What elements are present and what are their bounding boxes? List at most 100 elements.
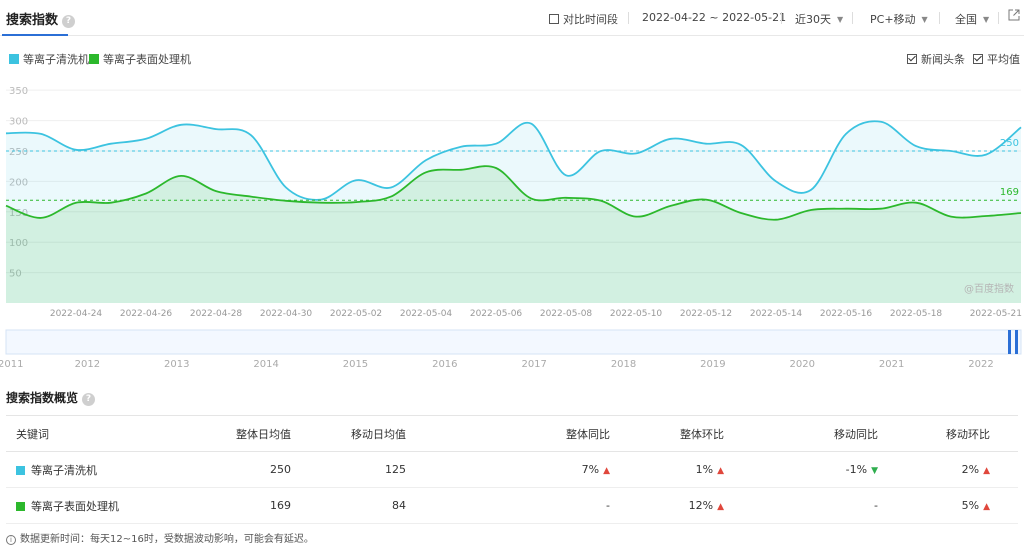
- data-point: [390, 186, 392, 188]
- average-checkbox[interactable]: [973, 54, 983, 64]
- data-point: [285, 200, 287, 202]
- arrow-up-icon: ▲: [717, 502, 724, 512]
- mobile-avg-cell: 125: [291, 451, 406, 488]
- data-point: [775, 218, 777, 220]
- mobile-mom-cell: 2% ▲: [878, 451, 1018, 488]
- data-point: [460, 146, 462, 148]
- data-point: [635, 152, 637, 154]
- date-range-picker[interactable]: 2022-04-22 ~ 2022-05-21: [642, 11, 786, 24]
- data-point: [915, 201, 917, 203]
- export-icon[interactable]: [1008, 9, 1020, 24]
- data-point: [40, 217, 42, 219]
- y-tick-label: 350: [9, 86, 28, 97]
- mobile-mom-cell: 5% ▲: [878, 487, 1018, 524]
- data-point: [180, 175, 182, 177]
- data-point: [320, 201, 322, 203]
- data-point: [565, 174, 567, 176]
- data-point: [110, 201, 112, 203]
- data-point: [1020, 212, 1022, 214]
- keyword-swatch: [16, 465, 25, 475]
- keyword-swatch: [16, 501, 25, 511]
- data-point: [145, 138, 147, 140]
- trend-chart[interactable]: 50100150200250300350250169@百度指数2022-04-2…: [0, 78, 1024, 378]
- active-tab-underline: [2, 34, 68, 36]
- data-point: [215, 190, 217, 192]
- brush-handle-right: [1015, 330, 1018, 354]
- device-select[interactable]: PC+移动 ▼: [870, 11, 928, 27]
- overview-year-label: 2022: [968, 359, 993, 370]
- keyword-cell: 等离子清洗机: [6, 451, 186, 488]
- data-point: [390, 195, 392, 197]
- data-point: [495, 167, 497, 169]
- data-point: [810, 189, 812, 191]
- data-point: [145, 192, 147, 194]
- arrow-up-icon: ▲: [603, 466, 610, 476]
- arrow-up-icon: ▲: [717, 466, 724, 476]
- period-select[interactable]: 近30天 ▼: [795, 11, 843, 27]
- data-point: [75, 149, 77, 151]
- data-point: [495, 142, 497, 144]
- help-icon[interactable]: ?: [82, 393, 96, 406]
- x-tick-label: 2022-05-10: [610, 309, 663, 319]
- data-point: [285, 186, 287, 188]
- data-point: [215, 128, 217, 130]
- x-tick-label: 2022-05-21: [970, 309, 1022, 319]
- data-point: [845, 208, 847, 210]
- mobile-yoy-cell: -1% ▼: [724, 451, 878, 488]
- column-header: 移动同比: [724, 415, 878, 452]
- data-point: [250, 195, 252, 197]
- x-tick-label: 2022-05-08: [540, 309, 593, 319]
- data-point: [180, 124, 182, 126]
- compare-checkbox[interactable]: [549, 14, 559, 24]
- news-checkbox[interactable]: [907, 54, 917, 64]
- data-point: [1020, 126, 1022, 128]
- data-point: [740, 212, 742, 214]
- data-point: [845, 133, 847, 135]
- arrow-down-icon: ▼: [871, 466, 878, 476]
- data-point: [75, 201, 77, 203]
- legend-swatch: [89, 54, 99, 64]
- overall-mom-cell: 12% ▲: [610, 487, 724, 524]
- legend-series-2[interactable]: 等离子表面处理机: [89, 51, 191, 67]
- watermark: @百度指数: [964, 282, 1014, 295]
- x-tick-label: 2022-04-28: [190, 309, 243, 319]
- data-point: [810, 209, 812, 211]
- x-tick-label: 2022-05-12: [680, 309, 732, 319]
- mobile-yoy-cell: -: [724, 487, 878, 524]
- overview-year-label: 2017: [521, 359, 546, 370]
- divider: [628, 12, 629, 24]
- footer-note: i 数据更新时间：每天12~16时，受数据波动影响，可能会有延迟。: [6, 530, 314, 545]
- data-point: [425, 159, 427, 161]
- x-tick-label: 2022-04-24: [50, 309, 103, 319]
- region-select[interactable]: 全国 ▼: [955, 11, 989, 27]
- average-toggle[interactable]: 平均值: [973, 51, 1020, 67]
- overview-year-label: 2019: [700, 359, 725, 370]
- data-point: [670, 138, 672, 140]
- overview-year-label: 2012: [75, 359, 100, 370]
- legend-series-1[interactable]: 等离子清洗机: [9, 51, 89, 67]
- column-header: 整体日均值: [186, 415, 291, 452]
- column-header: 关键词: [6, 415, 186, 452]
- chevron-down-icon: ▼: [921, 15, 928, 24]
- x-tick-label: 2022-04-26: [120, 309, 173, 319]
- data-point: [110, 142, 112, 144]
- overview-year-label: 2011: [0, 359, 23, 370]
- help-icon[interactable]: ?: [62, 15, 76, 28]
- divider: [781, 12, 782, 24]
- legend-swatch: [9, 54, 19, 64]
- compare-period-toggle[interactable]: 对比时间段: [549, 11, 618, 27]
- overview-year-label: 2015: [343, 359, 368, 370]
- data-point: [250, 134, 252, 136]
- x-tick-label: 2022-05-04: [400, 309, 453, 319]
- page-title: 搜索指数?: [6, 9, 76, 28]
- data-point: [5, 205, 7, 207]
- news-toggle[interactable]: 新闻头条: [907, 51, 965, 67]
- x-tick-label: 2022-04-30: [260, 309, 313, 319]
- data-point: [950, 215, 952, 217]
- divider: [939, 12, 940, 24]
- x-tick-label: 2022-05-06: [470, 309, 523, 319]
- overview-year-label: 2013: [164, 359, 189, 370]
- keyword-cell: 等离子表面处理机: [6, 487, 186, 524]
- data-point: [985, 215, 987, 217]
- data-point: [705, 142, 707, 144]
